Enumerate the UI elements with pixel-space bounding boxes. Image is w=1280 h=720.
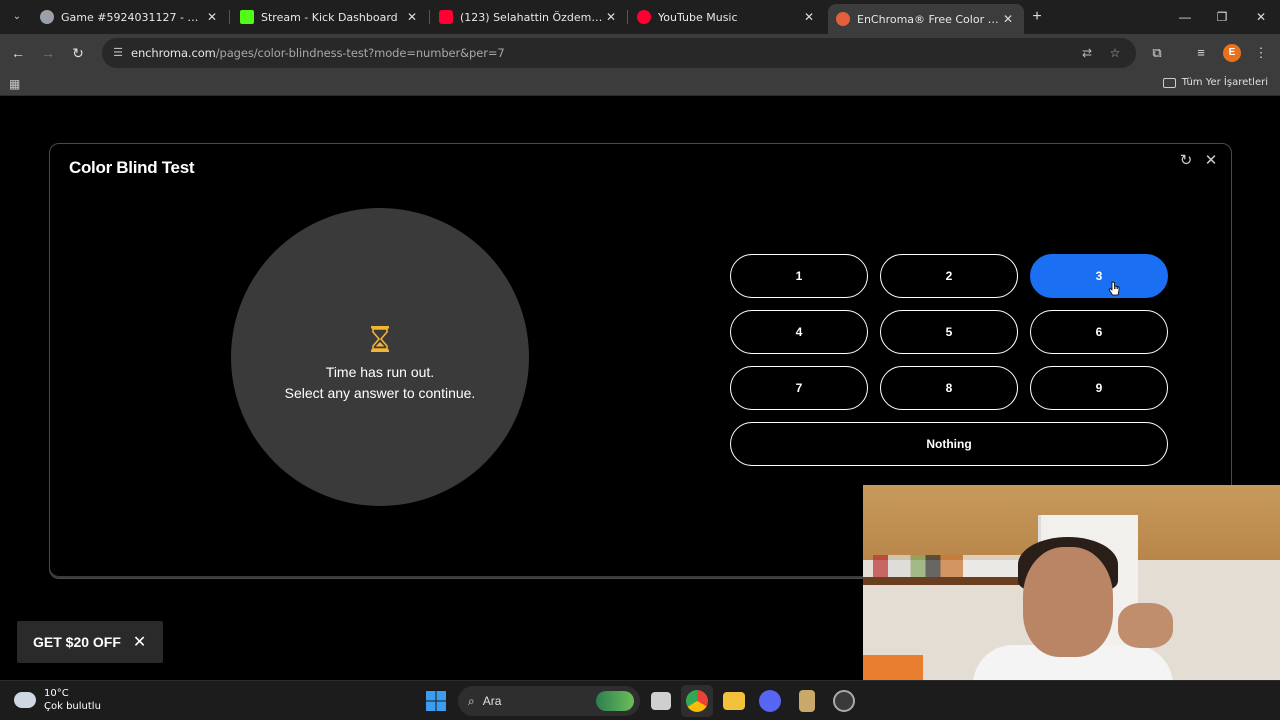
site-info-icon[interactable]: ☰	[111, 46, 125, 60]
file-explorer-icon[interactable]	[723, 692, 745, 710]
timeout-message: Time has run out. Select any answer to c…	[231, 362, 529, 404]
discord-icon[interactable]	[759, 690, 781, 712]
tab-minesweeper[interactable]: Game #5924031127 - Minesweeper ✕	[32, 4, 228, 30]
maximize-button[interactable]: ❐	[1207, 6, 1237, 28]
tab-search-icon[interactable]: ⌄	[8, 8, 26, 26]
search-placeholder: Ara	[482, 694, 502, 708]
answer-button-1[interactable]: 1	[730, 254, 868, 298]
answer-button-5[interactable]: 5	[880, 310, 1018, 354]
all-bookmarks-label: Tüm Yer İşaretleri	[1181, 77, 1268, 88]
promo-banner[interactable]: GET $20 OFF ✕	[17, 621, 163, 663]
tab-close-icon[interactable]: ✕	[801, 10, 817, 24]
tab-close-icon[interactable]: ✕	[1000, 12, 1016, 26]
restart-icon[interactable]: ↻	[1177, 152, 1195, 170]
tab-title: Game #5924031127 - Minesweeper	[61, 10, 204, 24]
bookmarks-bar: ▦ Tüm Yer İşaretleri	[0, 72, 1280, 96]
close-window-button[interactable]: ✕	[1246, 6, 1276, 28]
temperature: 10°C	[44, 688, 69, 699]
answer-button-6[interactable]: 6	[1030, 310, 1168, 354]
youtube-music-favicon-icon	[637, 10, 651, 24]
tab-title: EnChroma® Free Color Blind Test	[857, 12, 1000, 26]
menu-icon[interactable]: ⋮	[1250, 42, 1272, 64]
folder-icon	[1162, 77, 1176, 88]
steam-icon[interactable]	[833, 690, 855, 712]
tab-strip: ⌄ Game #5924031127 - Minesweeper ✕ Strea…	[0, 0, 1280, 34]
tab-youtube-music[interactable]: YouTube Music ✕	[629, 4, 825, 30]
answer-button-nothing[interactable]: Nothing	[730, 422, 1168, 466]
hourglass-icon	[371, 326, 389, 352]
profile-avatar[interactable]: E	[1223, 44, 1241, 62]
new-tab-button[interactable]: +	[1028, 8, 1046, 26]
test-plate: Time has run out. Select any answer to c…	[231, 208, 529, 506]
hand-cursor-icon	[1108, 281, 1120, 296]
task-view-icon[interactable]	[651, 692, 671, 710]
tab-title: Stream - Kick Dashboard	[261, 10, 398, 24]
cloud-icon	[14, 692, 36, 708]
forward-button[interactable]: →	[37, 42, 59, 64]
enchroma-favicon-icon	[836, 12, 850, 26]
kick-favicon-icon	[240, 10, 254, 24]
app-icon[interactable]	[799, 690, 815, 712]
answer-button-3[interactable]: 3	[1030, 254, 1168, 298]
answer-button-8[interactable]: 8	[880, 366, 1018, 410]
answer-button-2[interactable]: 2	[880, 254, 1018, 298]
screen: ⌄ Game #5924031127 - Minesweeper ✕ Strea…	[0, 0, 1280, 720]
promo-close-icon[interactable]: ✕	[133, 632, 146, 652]
url-text: enchroma.com/pages/color-blindness-test?…	[131, 46, 505, 60]
windows-start-icon[interactable]	[425, 690, 447, 712]
apps-grid-icon[interactable]: ▦	[9, 77, 23, 91]
chrome-icon[interactable]	[686, 690, 708, 712]
search-icon: ⌕	[468, 693, 475, 708]
taskbar-search[interactable]: ⌕ Ara	[458, 686, 640, 716]
tab-title: YouTube Music	[658, 10, 738, 24]
tab-close-icon[interactable]: ✕	[204, 10, 220, 24]
minimize-button[interactable]: —	[1170, 6, 1200, 28]
address-bar[interactable]: ☰ enchroma.com/pages/color-blindness-tes…	[102, 38, 1136, 68]
answer-button-9[interactable]: 9	[1030, 366, 1168, 410]
answer-button-4[interactable]: 4	[730, 310, 868, 354]
tab-close-icon[interactable]: ✕	[603, 10, 619, 24]
media-control-icon[interactable]: ≡	[1190, 42, 1212, 64]
back-button[interactable]: ←	[7, 42, 29, 64]
timeout-line-2: Select any answer to continue.	[284, 385, 476, 401]
bookmark-star-icon[interactable]: ☆	[1107, 45, 1123, 61]
tab-close-icon[interactable]: ✕	[404, 10, 420, 24]
gear-favicon-icon	[40, 10, 54, 24]
promo-label: GET $20 OFF	[33, 634, 121, 650]
tab-kick-dashboard[interactable]: Stream - Kick Dashboard ✕	[232, 4, 428, 30]
tab-youtube-video[interactable]: (123) Selahattin Özdemir'in Ölm ✕	[431, 4, 627, 30]
answer-button-7[interactable]: 7	[730, 366, 868, 410]
close-icon[interactable]: ✕	[1202, 152, 1220, 170]
tab-title: (123) Selahattin Özdemir'in Ölm	[460, 10, 603, 24]
weather-widget[interactable]: 10°C Çok bulutlu	[14, 687, 101, 713]
weather-condition: Çok bulutlu	[44, 701, 101, 712]
translate-icon[interactable]: ⇄	[1079, 45, 1095, 61]
browser-toolbar: ← → ↻ ☰ enchroma.com/pages/color-blindne…	[0, 34, 1280, 72]
reload-button[interactable]: ↻	[67, 42, 89, 64]
youtube-favicon-icon	[439, 10, 453, 24]
taskbar: 10°C Çok bulutlu ⌕ Ara	[0, 680, 1280, 720]
timeout-line-1: Time has run out.	[325, 364, 435, 380]
all-bookmarks-button[interactable]: Tüm Yer İşaretleri	[1162, 77, 1268, 88]
tab-enchroma[interactable]: EnChroma® Free Color Blind Test ✕	[828, 4, 1024, 34]
search-highlight-image	[596, 691, 634, 711]
extensions-icon[interactable]: ⧉	[1146, 42, 1168, 64]
test-title: Color Blind Test	[69, 158, 195, 177]
